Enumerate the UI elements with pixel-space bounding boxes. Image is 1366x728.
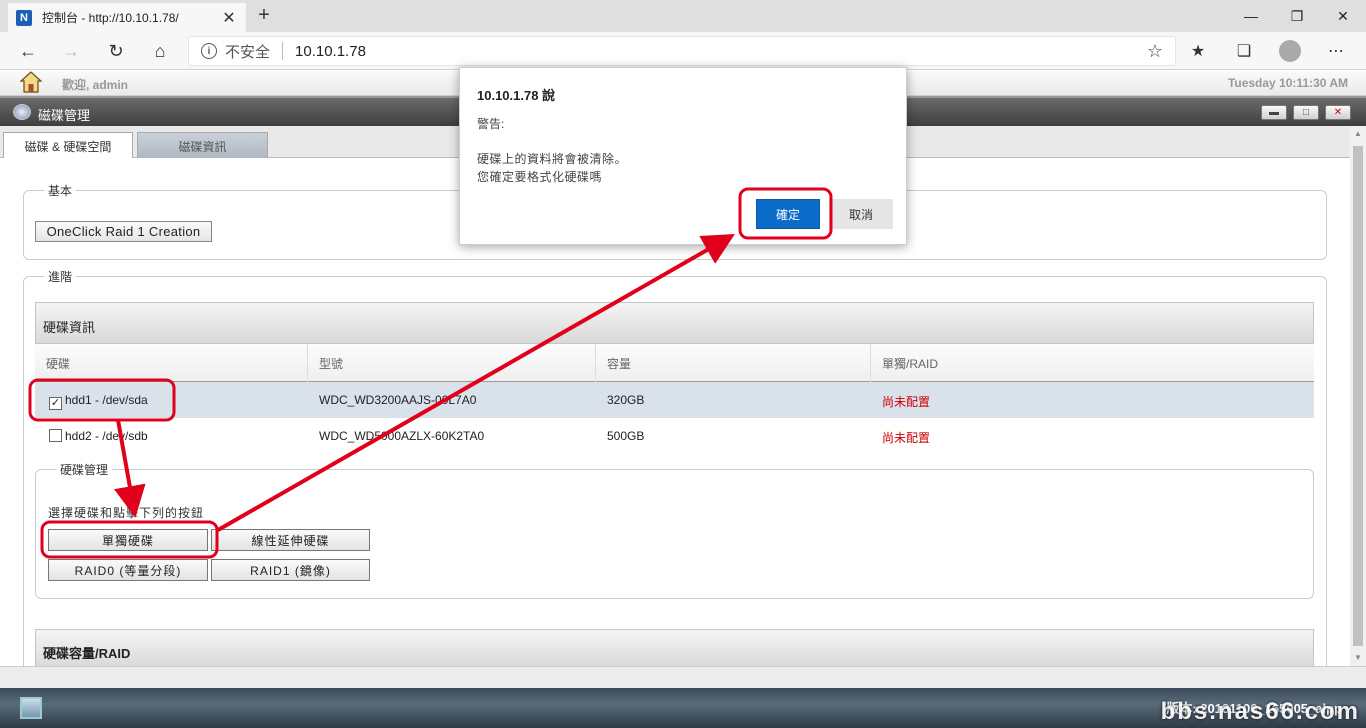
desktop-app-icon[interactable] <box>20 697 42 719</box>
single-disk-button[interactable]: 單獨硬碟 <box>48 529 208 551</box>
app-minimize-button[interactable]: ▬ <box>1261 105 1287 120</box>
disk-capacity-raid-title: 硬碟容量/RAID <box>35 629 1314 666</box>
close-tab-icon[interactable]: ✕ <box>220 8 238 28</box>
table-row[interactable]: ✓ hdd1 - /dev/sda WDC_WD3200AAJS-00L7A0 3… <box>35 382 1314 418</box>
date-time-text: Tuesday 10:11:30 AM <box>1227 76 1348 90</box>
oneclick-raid1-button[interactable]: OneClick Raid 1 Creation <box>35 221 212 242</box>
collections-icon[interactable]: ❏ <box>1228 38 1260 64</box>
dialog-title: 10.10.1.78 說 <box>477 88 556 103</box>
browser-tab[interactable]: N 控制台 - http://10.10.1.78/ ✕ <box>8 3 246 32</box>
disk-cell: hdd2 - /dev/sdb <box>35 418 308 454</box>
column-header-disk[interactable]: 硬碟 <box>35 344 308 382</box>
status-cell: 尚未配置 <box>882 395 931 409</box>
favorites-list-icon[interactable]: ★ <box>1182 38 1214 64</box>
refresh-button[interactable]: ↻ <box>103 38 129 64</box>
app-maximize-button[interactable]: □ <box>1293 105 1319 120</box>
app-close-button[interactable]: ✕ <box>1325 105 1351 120</box>
confirm-dialog: 10.10.1.78 說 警告: 硬碟上的資料將會被清除。 您確定要格式化硬碟嗎… <box>459 67 907 245</box>
dialog-message-line1: 硬碟上的資料將會被清除。 <box>477 152 628 166</box>
more-menu-icon[interactable]: ⋯ <box>1320 38 1352 64</box>
capacity-cell: 320GB <box>607 393 645 407</box>
minimize-window-button[interactable]: — <box>1228 0 1274 32</box>
address-separator <box>282 42 284 60</box>
basic-legend: 基本 <box>44 182 77 199</box>
url-text[interactable]: 10.10.1.78 <box>295 43 1147 60</box>
site-favicon-icon: N <box>16 9 32 26</box>
app-home-icon[interactable] <box>20 71 42 93</box>
insecure-label: 不安全 <box>225 43 271 61</box>
disk-name: hdd1 - /dev/sda <box>65 393 148 407</box>
column-header-status[interactable]: 單獨/RAID <box>871 344 1314 382</box>
capacity-cell: 500GB <box>607 429 645 443</box>
new-tab-button[interactable]: + <box>252 3 276 29</box>
vertical-scrollbar[interactable]: ▲ ▼ <box>1350 126 1366 666</box>
browser-tab-strip: N 控制台 - http://10.10.1.78/ ✕ + — ❐ ✕ <box>0 0 1366 32</box>
favorite-star-icon[interactable]: ☆ <box>1147 41 1163 62</box>
disk-management-legend: 硬碟管理 <box>56 461 113 478</box>
raid1-button[interactable]: RAID1 (鏡像) <box>211 559 370 581</box>
taskbar: 版本: 20181106_165005_alpp bbs.nas66.com <box>0 688 1366 728</box>
window-title: 磁碟管理 <box>38 108 91 123</box>
scroll-up-arrow-icon[interactable]: ▲ <box>1350 126 1366 142</box>
restore-window-button[interactable]: ❐ <box>1274 0 1320 32</box>
browser-toolbar: ← → ↻ ⌂ i 不安全 10.10.1.78 ☆ ★ ❏ ⋯ <box>0 32 1366 70</box>
browser-right-buttons: ★ ❏ ⋯ <box>1182 38 1352 64</box>
forward-button[interactable]: → <box>58 38 84 64</box>
tab-title: 控制台 - http://10.10.1.78/ <box>42 11 179 25</box>
home-button[interactable]: ⌂ <box>147 38 173 64</box>
tab-disk-space[interactable]: 磁碟 & 硬碟空間 <box>3 132 133 159</box>
advanced-legend: 進階 <box>44 268 77 285</box>
watermark-text: bbs.nas66.com <box>1160 698 1360 725</box>
dialog-message-line2: 您確定要格式化硬碟嗎 <box>477 170 603 184</box>
address-bar[interactable]: i 不安全 10.10.1.78 ☆ <box>188 36 1176 66</box>
disk-cell: ✓ hdd1 - /dev/sda <box>35 382 308 418</box>
disk-name: hdd2 - /dev/sdb <box>65 429 148 443</box>
disk-checkbox[interactable] <box>49 429 62 442</box>
window-controls: — ❐ ✕ <box>1228 0 1366 32</box>
app-window-controls: ▬ □ ✕ <box>1261 105 1351 120</box>
disk-table-header: 硬碟 型號 容量 單獨/RAID <box>35 344 1314 382</box>
scroll-down-arrow-icon[interactable]: ▼ <box>1350 650 1366 666</box>
dialog-warning-label: 警告: <box>477 117 505 131</box>
instruction-text: 選擇硬碟和點擊下列的按鈕 <box>48 506 205 520</box>
disk-icon <box>13 104 31 120</box>
column-header-model[interactable]: 型號 <box>308 344 596 382</box>
profile-avatar[interactable] <box>1274 38 1306 64</box>
horizontal-scrollbar[interactable] <box>0 666 1366 688</box>
site-info-icon[interactable]: i <box>201 43 217 59</box>
dialog-ok-button[interactable]: 確定 <box>756 199 820 229</box>
close-window-button[interactable]: ✕ <box>1320 0 1366 32</box>
raid0-button[interactable]: RAID0 (等量分段) <box>48 559 208 581</box>
scroll-thumb[interactable] <box>1353 146 1363 646</box>
model-cell: WDC_WD3200AAJS-00L7A0 <box>319 393 477 407</box>
linear-disk-button[interactable]: 線性延伸硬碟 <box>211 529 370 551</box>
model-cell: WDC_WD5000AZLX-60K2TA0 <box>319 429 485 443</box>
welcome-text: 歡迎, admin <box>62 78 129 92</box>
back-button[interactable]: ← <box>15 38 41 64</box>
disk-checkbox[interactable]: ✓ <box>49 397 62 410</box>
tab-disk-info[interactable]: 磁碟資訊 <box>137 132 268 159</box>
column-header-capacity[interactable]: 容量 <box>596 344 871 382</box>
dialog-cancel-button[interactable]: 取消 <box>829 199 893 229</box>
table-row[interactable]: hdd2 - /dev/sdb WDC_WD5000AZLX-60K2TA0 5… <box>35 418 1314 454</box>
disk-info-title: 硬碟資訊 <box>35 302 1314 344</box>
status-cell: 尚未配置 <box>882 431 931 445</box>
